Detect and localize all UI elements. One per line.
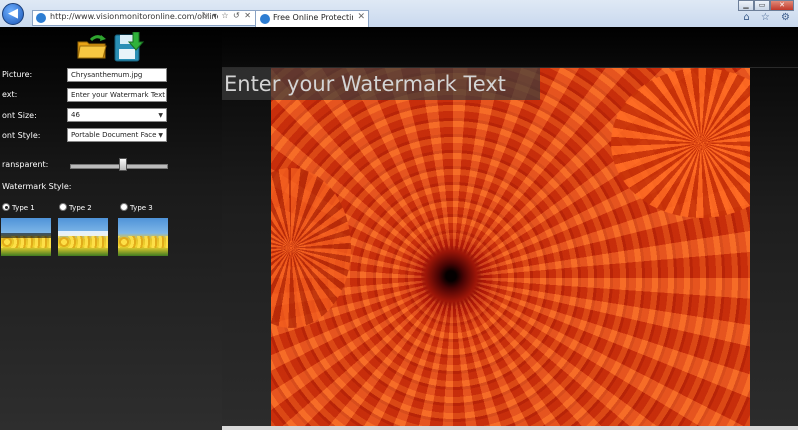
back-arrow-icon: ◀	[8, 6, 18, 21]
transparent-label: ransparent:	[2, 160, 49, 169]
text-label: ext:	[2, 90, 18, 99]
font-size-select[interactable]: 46 ▼	[67, 108, 167, 122]
tulips-image	[118, 236, 168, 248]
folder-open-icon[interactable]	[77, 34, 107, 60]
flower-center	[421, 246, 481, 306]
browser-tools-icon[interactable]: ⌂ ☆ ⚙	[743, 12, 794, 23]
back-button[interactable]: ◀	[2, 3, 24, 25]
floppy-save-icon[interactable]	[114, 32, 144, 62]
watermark-text-field[interactable]: Enter your Watermark Text	[67, 88, 167, 102]
tab-title: Free Online Protecting A...	[273, 13, 353, 22]
picture-label: Picture:	[2, 70, 33, 79]
font-style-value: Portable Document Face	[71, 131, 157, 139]
font-style-label: ont Style:	[2, 131, 41, 140]
browser-chrome: ◀ http://www.visionmonitoronline.com/onl…	[0, 0, 798, 28]
watermark-overlay-text[interactable]: Enter your Watermark Text	[222, 68, 540, 100]
type3-preview-image[interactable]	[118, 218, 168, 256]
preview-area: Enter your Watermark Text	[222, 27, 798, 430]
picture-field[interactable]: Chrysanthemum.jpg	[67, 68, 167, 82]
settings-panel: Picture: Chrysanthemum.jpg ext: Enter yo…	[0, 27, 222, 430]
type2-preview-image[interactable]	[58, 218, 108, 256]
type2-label[interactable]: Type 2	[69, 204, 92, 212]
address-text[interactable]: http://www.visionmonitoronline.com/onlin…	[50, 12, 218, 21]
font-style-select[interactable]: Portable Document Face ▼	[67, 128, 167, 142]
type2-radio[interactable]	[59, 203, 67, 211]
minimize-button[interactable]: ▁	[738, 0, 754, 11]
transparency-slider-thumb[interactable]	[119, 158, 127, 171]
site-favicon-icon	[36, 13, 46, 23]
tab-favicon-icon	[260, 14, 270, 24]
address-actions-icon[interactable]: ↻ ▾ ☆ ↺ ✕	[202, 11, 252, 20]
type1-radio[interactable]	[2, 203, 10, 211]
address-bar[interactable]: http://www.visionmonitoronline.com/onlin…	[32, 10, 256, 26]
tulips-image	[58, 236, 108, 248]
maximize-button[interactable]: ▭	[754, 0, 770, 11]
tab-active[interactable]: Free Online Protecting A... ✕	[255, 10, 369, 27]
type1-band	[1, 233, 51, 238]
type3-label[interactable]: Type 3	[130, 204, 153, 212]
type1-label[interactable]: Type 1	[12, 204, 35, 212]
watermark-style-label: Watermark Style:	[2, 182, 72, 191]
chrysanthemum-photo	[271, 68, 750, 430]
font-size-label: ont Size:	[2, 111, 37, 120]
font-size-value: 46	[71, 111, 80, 119]
type1-preview-image[interactable]	[1, 218, 51, 256]
type2-band	[58, 231, 108, 236]
close-window-button[interactable]: ✕	[770, 0, 794, 11]
tab-close-icon[interactable]: ✕	[357, 12, 365, 22]
chevron-down-icon: ▼	[158, 132, 163, 139]
type3-radio[interactable]	[120, 203, 128, 211]
chevron-down-icon: ▼	[158, 112, 163, 119]
status-strip	[222, 426, 798, 430]
